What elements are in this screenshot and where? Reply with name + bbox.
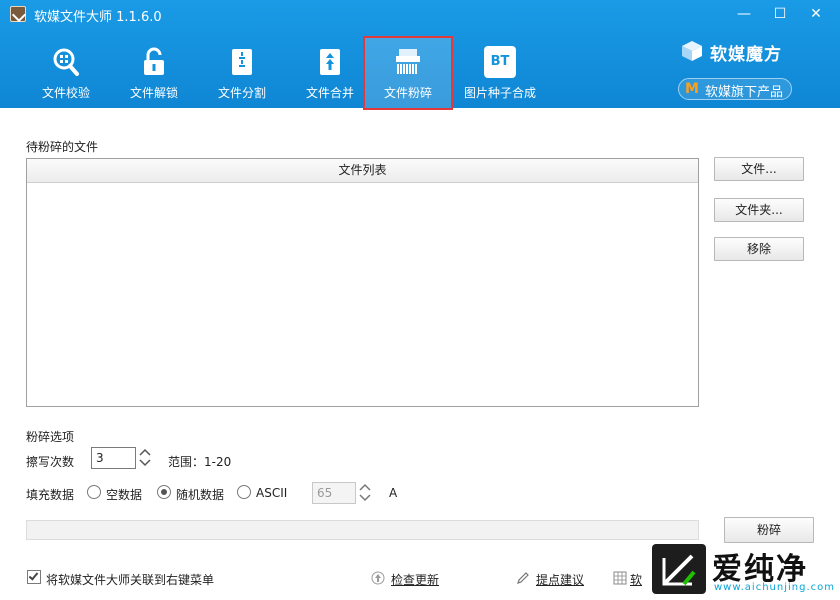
file-list-header[interactable]: 文件列表 xyxy=(27,159,698,183)
overwrite-count-value: 3 xyxy=(96,451,104,465)
chevron-up-icon[interactable] xyxy=(139,447,151,457)
brand-name: 软媒魔方 xyxy=(710,45,782,65)
maximize-button[interactable]: ☐ xyxy=(766,2,794,26)
pencil-icon xyxy=(517,572,529,584)
add-folder-button[interactable]: 文件夹... xyxy=(714,198,804,222)
watermark-logo-icon xyxy=(652,544,706,594)
subproduct-button[interactable]: M 软媒旗下产品 xyxy=(678,78,792,100)
tool-label: 文件粉碎 xyxy=(383,86,432,100)
title-bar: 软媒文件大师 1.1.6.0 — ☐ ✕ xyxy=(0,0,840,28)
add-file-button[interactable]: 文件... xyxy=(714,157,804,181)
ruanmei-m-icon: M xyxy=(685,81,699,97)
radio-label-ascii: ASCII xyxy=(256,486,288,500)
context-menu-label: 将软媒文件大师关联到右键菜单 xyxy=(46,573,215,587)
bt-icon: BT xyxy=(484,46,516,78)
tool-image-torrent[interactable]: BT 图片种子合成 xyxy=(452,40,548,106)
overwrite-count-input[interactable]: 3 xyxy=(91,447,136,469)
remove-button[interactable]: 移除 xyxy=(714,237,804,261)
file-list[interactable]: 文件列表 xyxy=(26,158,699,407)
tool-file-unlock[interactable]: 文件解锁 xyxy=(110,40,198,106)
ascii-char-preview: A xyxy=(389,486,398,500)
brand: 软媒魔方 xyxy=(680,38,820,65)
close-button[interactable]: ✕ xyxy=(802,2,830,26)
update-arrow-icon xyxy=(371,571,385,585)
radio-label-random-data: 随机数据 xyxy=(176,488,225,502)
chevron-down-icon[interactable] xyxy=(139,458,151,468)
options-section-label: 粉碎选项 xyxy=(26,430,75,444)
tool-label: 文件合并 xyxy=(305,86,354,100)
range-label: 范围：1-20 xyxy=(168,455,232,469)
radio-ascii[interactable] xyxy=(237,485,251,499)
overwrite-count-stepper[interactable] xyxy=(137,447,153,469)
radio-empty-data[interactable] xyxy=(87,485,101,499)
tool-file-verify[interactable]: 文件校验 xyxy=(22,40,110,106)
ascii-value-stepper[interactable] xyxy=(357,482,373,504)
search-icon xyxy=(53,48,79,76)
checkmark-icon xyxy=(28,570,39,581)
chevron-down-icon[interactable] xyxy=(359,493,371,503)
tool-label: 图片种子合成 xyxy=(463,86,536,100)
file-split-icon xyxy=(232,49,252,75)
tool-label: 文件解锁 xyxy=(129,86,178,100)
app-header: 软媒文件大师 1.1.6.0 — ☐ ✕ 文件校验 文件解锁 文件分割 文件合并… xyxy=(0,0,840,110)
app-logo-icon xyxy=(10,6,26,22)
radio-label-empty-data: 空数据 xyxy=(106,488,143,502)
watermark-url: www.aichunjing.com xyxy=(714,582,835,593)
more-link[interactable]: 软 xyxy=(630,571,642,588)
context-menu-checkbox[interactable] xyxy=(27,570,41,584)
tool-label: 文件分割 xyxy=(217,86,266,100)
feedback-link[interactable]: 提点建议 xyxy=(536,571,584,588)
fill-data-label: 填充数据 xyxy=(26,488,75,502)
unlock-icon xyxy=(144,47,164,75)
tool-file-split[interactable]: 文件分割 xyxy=(198,40,286,106)
overwrite-label: 擦写次数 xyxy=(26,455,75,469)
cube-logo-icon xyxy=(682,41,702,61)
tool-label: 文件校验 xyxy=(41,86,90,100)
ascii-value-input[interactable]: 65 xyxy=(312,482,356,504)
chevron-up-icon[interactable] xyxy=(359,482,371,492)
radio-random-data[interactable] xyxy=(157,485,171,499)
files-section-label: 待粉碎的文件 xyxy=(26,140,99,154)
ascii-value: 65 xyxy=(317,486,333,500)
tool-file-merge[interactable]: 文件合并 xyxy=(286,40,374,106)
grid-icon xyxy=(613,571,627,585)
check-update-link[interactable]: 检查更新 xyxy=(391,571,439,588)
shred-progress-bar xyxy=(26,520,699,540)
file-merge-icon xyxy=(320,49,340,75)
minimize-button[interactable]: — xyxy=(730,2,758,26)
watermark: 爱纯净 www.aichunjing.com xyxy=(644,540,840,600)
tool-file-shred[interactable]: 文件粉碎 xyxy=(363,36,453,110)
window-title: 软媒文件大师 1.1.6.0 xyxy=(34,10,162,25)
subproduct-label: 软媒旗下产品 xyxy=(705,85,784,100)
shredder-icon xyxy=(396,49,420,74)
